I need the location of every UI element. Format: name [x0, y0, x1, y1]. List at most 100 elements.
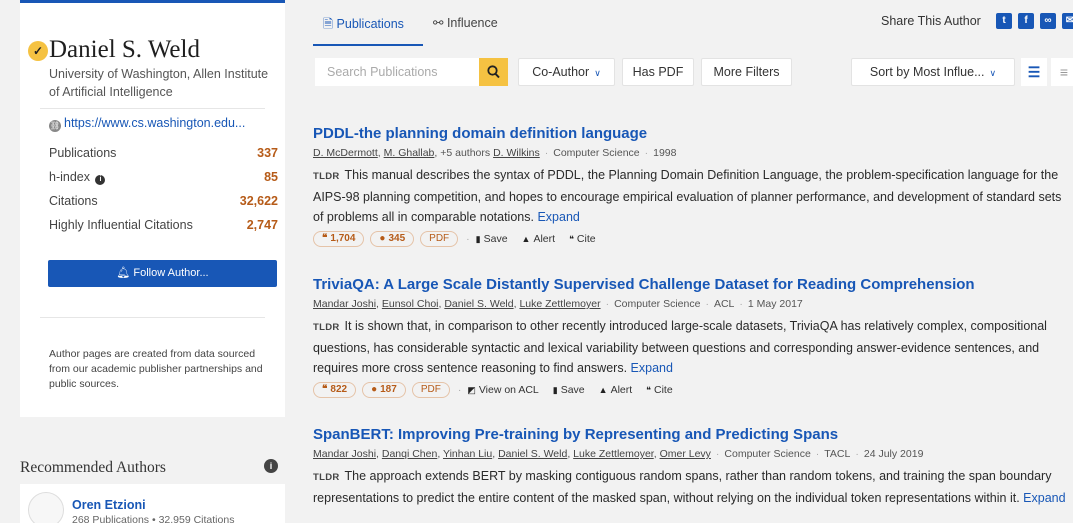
pdf-button[interactable]: PDF	[411, 382, 450, 398]
author-link[interactable]: Daniel S. Weld	[498, 448, 567, 460]
citation-count: 1,704	[330, 233, 356, 244]
alert-button[interactable]: ▲ Alert	[522, 233, 556, 245]
lightbulb-icon: ●	[371, 384, 378, 395]
paper-title[interactable]: SpanBERT: Improving Pre-training by Repr…	[313, 426, 1073, 443]
author-link[interactable]: D. Wilkins	[493, 147, 540, 159]
recommended-authors-title: Recommended Authors	[20, 459, 166, 476]
search-icon	[487, 65, 500, 79]
chevron-down-icon: ∨	[989, 68, 997, 78]
stat-label-text: h-index	[49, 170, 90, 184]
bookmark-icon: ▮	[552, 385, 558, 395]
stat-label: h-index i	[49, 170, 106, 194]
recommended-author-name[interactable]: Oren Etzioni	[72, 498, 146, 512]
author-link[interactable]: Luke Zettlemoyer	[519, 298, 600, 310]
info-icon[interactable]: i	[264, 459, 278, 473]
coauthor-label: Co-Author	[532, 65, 590, 79]
expand-link[interactable]: Expand	[537, 210, 579, 224]
facebook-icon[interactable]: f	[1018, 13, 1034, 29]
paper-date: 24 July 2019	[863, 448, 924, 460]
author-homepage-link[interactable]: ⛓ https://www.cs.washington.edu...	[49, 116, 245, 132]
author-link[interactable]: D. McDermott	[313, 147, 378, 159]
chevron-down-icon: ∨	[594, 68, 601, 78]
document-icon: 🗎	[323, 17, 337, 31]
bell-icon: ▲	[598, 385, 608, 395]
citations-pill[interactable]: ❝ 822	[313, 382, 357, 398]
save-button[interactable]: ▮ Save	[553, 384, 585, 396]
email-icon[interactable]: ✉	[1062, 13, 1073, 29]
tldr-tag: TLDR	[313, 171, 340, 182]
cite-label: Cite	[654, 384, 673, 396]
avatar	[28, 492, 64, 523]
cite-button[interactable]: ❝ Cite	[646, 384, 673, 396]
follow-author-button[interactable]: 🔔︎ Follow Author...	[48, 260, 277, 287]
author-link[interactable]: Daniel S. Weld	[444, 298, 513, 310]
share-label: Share This Author	[881, 14, 981, 28]
paper-card: SpanBERT: Improving Pre-training by Repr…	[313, 426, 1073, 508]
sort-dropdown[interactable]: Sort by Most Influe... ∨	[851, 58, 1015, 86]
stat-influential-citations: Highly Influential Citations 2,747	[49, 218, 278, 242]
tldr-text: It is shown that, in comparison to other…	[313, 319, 1047, 375]
paper-venue: TACL	[824, 448, 851, 460]
citation-count: 822	[330, 384, 348, 395]
paper-title[interactable]: PDDL-the planning domain definition lang…	[313, 125, 1073, 142]
more-authors-link[interactable]: +5 authors	[440, 147, 490, 159]
paper-meta: D. McDermott, M. Ghallab, +5 authors D. …	[313, 147, 677, 159]
author-url-text[interactable]: https://www.cs.washington.edu...	[64, 116, 245, 130]
follow-label: Follow Author...	[133, 267, 209, 279]
author-link[interactable]: Danqi Chen	[382, 448, 437, 460]
author-card: ✓ Daniel S. Weld University of Washingto…	[20, 0, 285, 417]
info-icon[interactable]: i	[95, 175, 106, 185]
author-name: Daniel S. Weld	[49, 36, 200, 63]
citations-pill[interactable]: ❝ 1,704	[313, 231, 365, 247]
author-link[interactable]: Luke Zettlemoyer	[573, 448, 654, 460]
compact-view-icon[interactable]: ≡	[1051, 58, 1073, 86]
author-link[interactable]: Eunsol Choi	[382, 298, 439, 310]
pdf-button[interactable]: PDF	[420, 231, 459, 247]
view-on-acl-label: View on ACL	[478, 384, 539, 396]
expand-link[interactable]: Expand	[1023, 491, 1065, 505]
tab-publications[interactable]: 🗎 Publications	[323, 15, 404, 36]
has-pdf-label: Has PDF	[632, 65, 684, 79]
has-pdf-filter-button[interactable]: Has PDF	[622, 58, 694, 86]
cite-label: Cite	[576, 233, 596, 245]
author-link[interactable]: Mandar Joshi	[313, 298, 376, 310]
stat-publications: Publications 337	[49, 146, 278, 170]
coauthor-filter-dropdown[interactable]: Co-Author ∨	[518, 58, 615, 86]
bell-icon: ▲	[521, 234, 531, 244]
recommended-author-card[interactable]: Oren Etzioni 268 Publications • 32,959 C…	[20, 484, 285, 523]
author-link[interactable]: M. Ghallab	[384, 147, 435, 159]
quote-icon: ❝	[646, 385, 652, 395]
expand-link[interactable]: Expand	[631, 361, 673, 375]
search-input[interactable]	[315, 58, 477, 86]
stat-label: Citations	[49, 194, 98, 208]
paper-meta: Mandar Joshi, Danqi Chen, Yinhan Liu, Da…	[313, 448, 924, 460]
list-view-icon[interactable]: ☰	[1021, 58, 1047, 86]
stat-value: 2,747	[246, 218, 278, 232]
influential-citations-pill[interactable]: ● 345	[370, 231, 415, 247]
bookmark-icon: ▮	[475, 234, 481, 244]
lightbulb-icon: ●	[379, 233, 386, 244]
paper-venue: ACL	[713, 298, 735, 310]
paper-title[interactable]: TriviaQA: A Large Scale Distantly Superv…	[313, 276, 1073, 293]
twitter-icon[interactable]: t	[996, 13, 1012, 29]
link-share-icon[interactable]: ∞	[1040, 13, 1056, 29]
more-filters-button[interactable]: More Filters	[701, 58, 792, 86]
divider	[40, 108, 265, 109]
cite-button[interactable]: ❝ Cite	[569, 233, 596, 245]
stat-value: 32,622	[239, 194, 278, 208]
tab-influence[interactable]: ⚯ Influence	[433, 15, 498, 30]
author-page-note: Author pages are created from data sourc…	[49, 348, 263, 390]
author-link[interactable]: Omer Levy	[660, 448, 711, 460]
search-button[interactable]	[479, 58, 508, 86]
influential-citations-pill[interactable]: ● 187	[362, 382, 406, 398]
sort-label: Sort by Most Influe...	[869, 65, 985, 79]
alert-label: Alert	[533, 233, 556, 245]
link-icon: ⛓	[49, 120, 61, 132]
author-link[interactable]: Mandar Joshi	[313, 448, 376, 460]
stat-h-index: h-index i 85	[49, 170, 278, 194]
view-on-acl-button[interactable]: ◩ View on ACL	[467, 384, 538, 396]
alert-button[interactable]: ▲ Alert	[599, 384, 633, 396]
stat-citations: Citations 32,622	[49, 194, 278, 218]
author-link[interactable]: Yinhan Liu	[443, 448, 492, 460]
save-button[interactable]: ▮ Save	[476, 233, 508, 245]
